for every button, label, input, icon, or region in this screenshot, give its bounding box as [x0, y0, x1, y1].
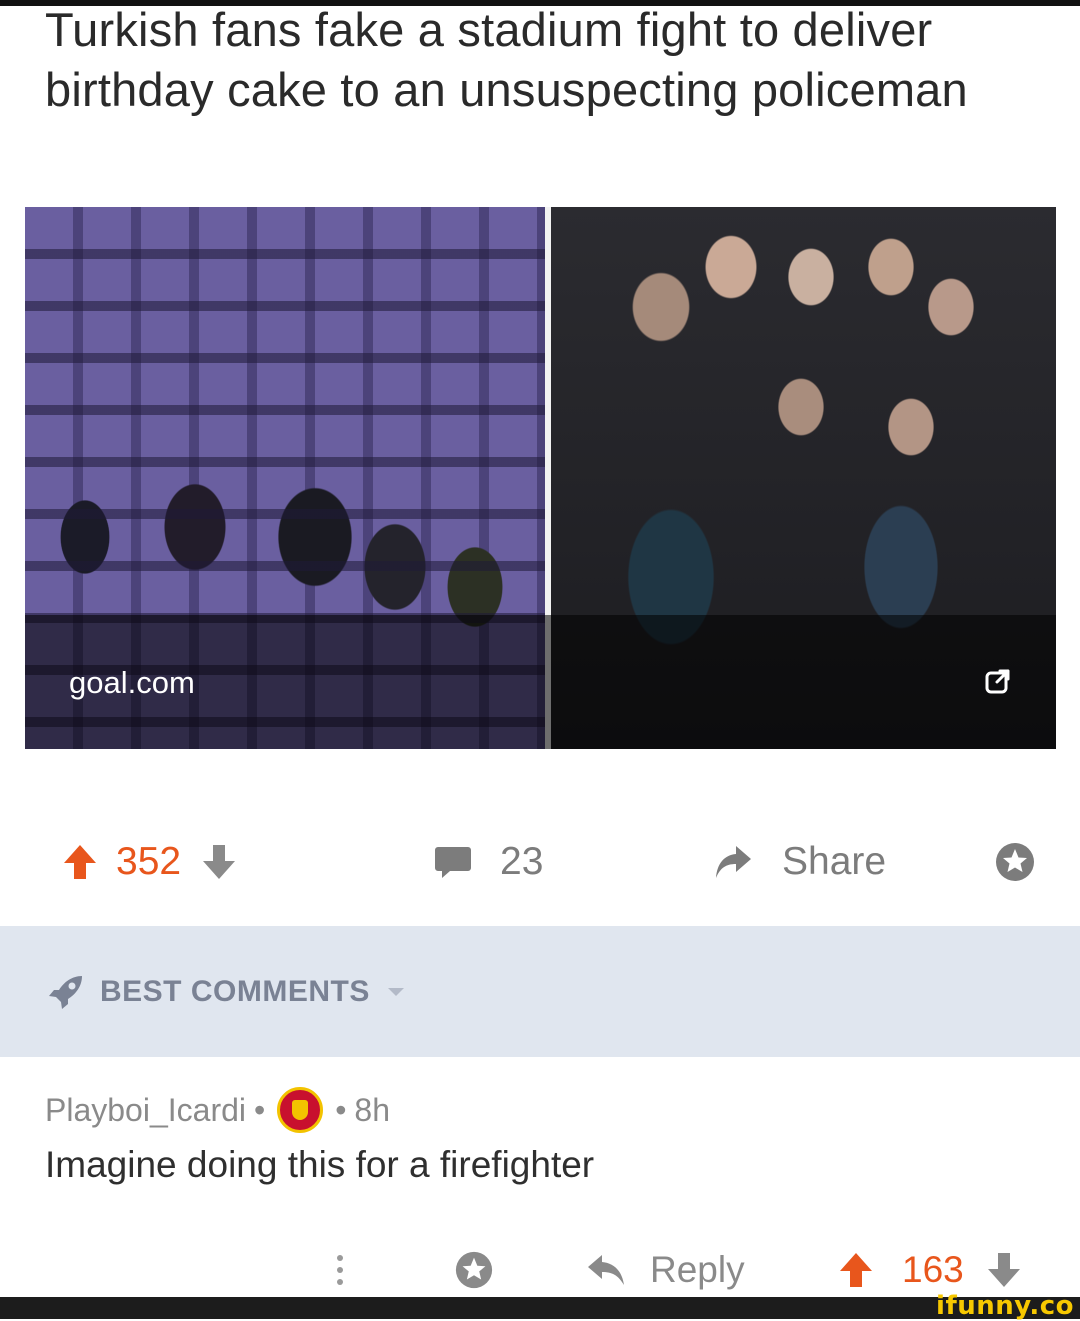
share-label: Share — [782, 840, 887, 883]
meta-separator: • — [335, 1091, 347, 1128]
comment-bubble-icon — [435, 847, 471, 878]
comment-score: 163 — [902, 1249, 964, 1290]
club-badge-icon — [277, 1087, 324, 1133]
comment-age: 8h — [354, 1091, 390, 1128]
comment-text: Imagine doing this for a firefighter — [45, 1144, 595, 1185]
reply-button[interactable]: Reply — [586, 1240, 745, 1300]
post-vote: 352 — [62, 830, 237, 894]
ifunny-watermark: ifunny.co — [936, 1291, 1074, 1321]
post-title: Turkish fans fake a stadium fight to del… — [45, 3, 968, 116]
comment: Playboi_Icardi • • 8h Imagine doing this… — [45, 1082, 1045, 1186]
reply-label: Reply — [650, 1249, 745, 1290]
chevron-down-icon — [387, 988, 404, 996]
share-button[interactable]: Share — [714, 830, 886, 894]
downvote-icon[interactable] — [986, 1251, 1022, 1289]
watermark-bar: ifunny.co — [0, 1291, 1080, 1321]
more-options-button[interactable] — [334, 1240, 346, 1300]
post-score: 352 — [116, 840, 182, 883]
external-link-icon[interactable] — [984, 667, 1012, 695]
upvote-icon[interactable] — [838, 1251, 874, 1289]
meta-separator: • — [254, 1091, 266, 1128]
downvote-icon[interactable] — [201, 843, 237, 881]
comments-button[interactable]: 23 — [434, 830, 543, 894]
best-comments-label: BEST COMMENTS — [100, 975, 370, 1008]
reply-arrow-icon — [588, 1255, 624, 1285]
best-comments-bar[interactable]: BEST COMMENTS — [0, 926, 1080, 1057]
post-actions: 352 23 Share — [0, 830, 1080, 894]
star-outline-icon — [455, 1251, 493, 1289]
favorite-button[interactable] — [994, 830, 1036, 894]
link-preview-card[interactable]: goal.com — [25, 207, 1056, 749]
link-source[interactable]: goal.com — [69, 665, 195, 701]
comment-username[interactable]: Playboi_Icardi — [45, 1092, 246, 1129]
rocket-icon — [49, 976, 82, 1009]
comment-meta: Playboi_Icardi • • 8h — [45, 1082, 1045, 1138]
star-outline-icon — [996, 843, 1034, 881]
more-vertical-icon — [337, 1255, 343, 1285]
comment-count: 23 — [500, 840, 544, 883]
comment-favorite-button[interactable] — [454, 1240, 494, 1300]
upvote-icon[interactable] — [62, 843, 98, 881]
share-arrow-icon — [716, 846, 751, 878]
comment-actions: Reply 163 — [0, 1240, 1080, 1300]
